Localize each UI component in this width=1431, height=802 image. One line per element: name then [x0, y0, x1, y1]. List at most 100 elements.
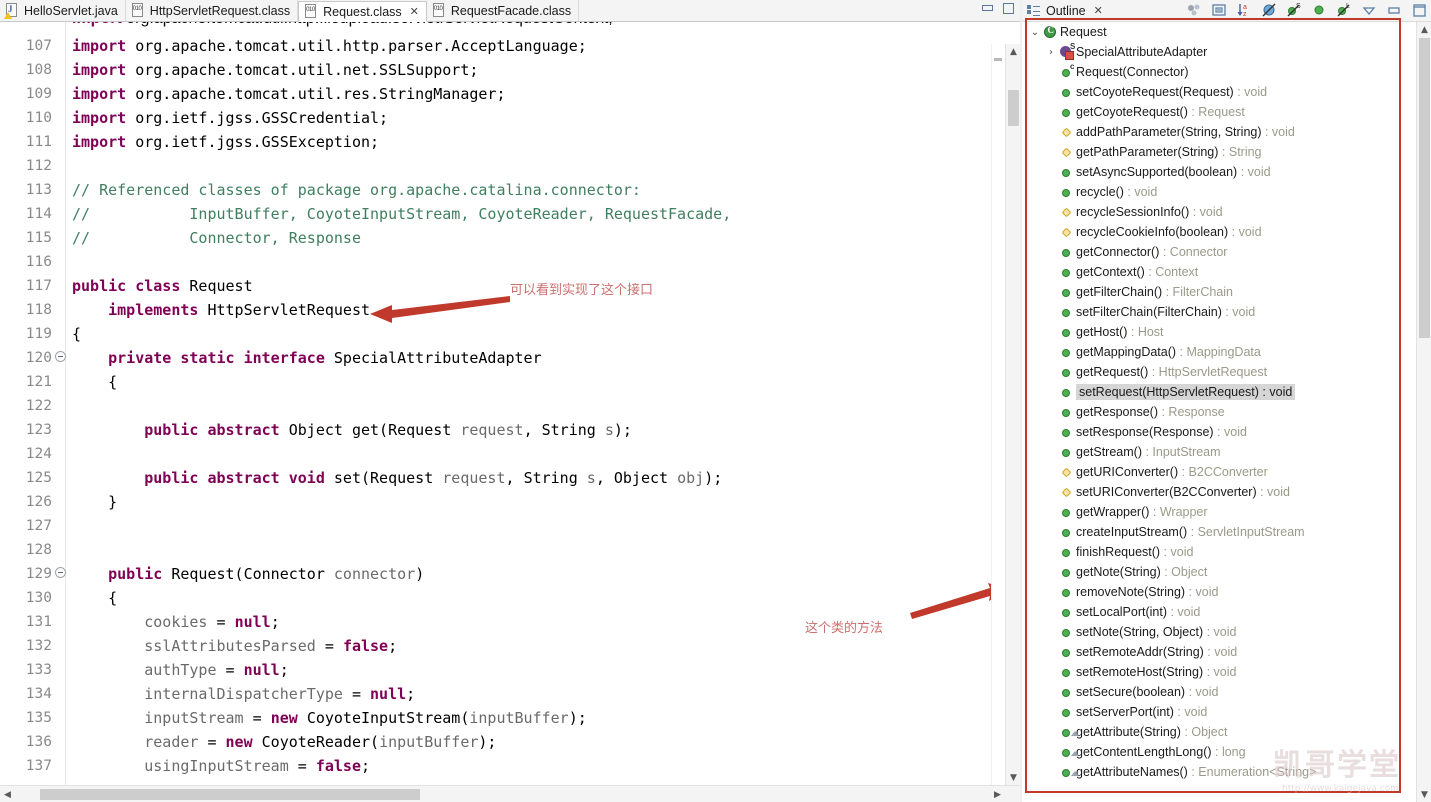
code-line[interactable]: 132 sslAttributesParsed = false;: [0, 634, 1020, 658]
outline-item[interactable]: getMappingData() : MappingData: [1022, 342, 1431, 362]
code-line[interactable]: 110 import org.ietf.jgss.GSSCredential;: [0, 106, 1020, 130]
code-line[interactable]: 111 import org.ietf.jgss.GSSException;: [0, 130, 1020, 154]
hide-non-public-icon[interactable]: [1311, 2, 1327, 18]
code-line[interactable]: 122: [0, 394, 1020, 418]
outline-item[interactable]: c Request(Connector): [1022, 62, 1431, 82]
outline-item[interactable]: setFilterChain(FilterChain) : void: [1022, 302, 1431, 322]
outline-item[interactable]: setSecure(boolean) : void: [1022, 682, 1431, 702]
code-line[interactable]: 121 {: [0, 370, 1020, 394]
scroll-left-arrow-icon[interactable]: ◀: [0, 787, 15, 802]
code-line[interactable]: 133 authType = null;: [0, 658, 1020, 682]
outline-item[interactable]: getURIConverter() : B2CConverter: [1022, 462, 1431, 482]
outline-item[interactable]: getStream() : InputStream: [1022, 442, 1431, 462]
code-line[interactable]: 125 public abstract void set(Request req…: [0, 466, 1020, 490]
outline-item[interactable]: getConnector() : Connector: [1022, 242, 1431, 262]
outline-item[interactable]: setRemoteHost(String) : void: [1022, 662, 1431, 682]
scroll-up-arrow-icon[interactable]: ▲: [1417, 22, 1431, 37]
code-line[interactable]: 127: [0, 514, 1020, 538]
scroll-right-arrow-icon[interactable]: ▶: [990, 787, 1005, 802]
outline-item[interactable]: createInputStream() : ServletInputStream: [1022, 522, 1431, 542]
outline-item[interactable]: setLocalPort(int) : void: [1022, 602, 1431, 622]
scroll-up-arrow-icon[interactable]: ▲: [1006, 44, 1020, 59]
vertical-scroll-thumb[interactable]: [1008, 90, 1019, 126]
tab-requestfacade-class[interactable]: 010 RequestFacade.class: [426, 0, 580, 21]
code-line[interactable]: 114 // InputBuffer, CoyoteInputStream, Co…: [0, 202, 1020, 226]
outline-item[interactable]: recycleCookieInfo(boolean) : void: [1022, 222, 1431, 242]
outline-item[interactable]: getNote(String) : Object: [1022, 562, 1431, 582]
editor-vertical-scrollbar[interactable]: ▲ ▼: [1005, 44, 1020, 785]
code-line[interactable]: 137 usingInputStream = false;: [0, 754, 1020, 778]
code-line[interactable]: 129 public Request(Connector connector): [0, 562, 1020, 586]
focus-on-active-task-icon[interactable]: [1186, 2, 1202, 18]
view-menu-icon[interactable]: [1361, 2, 1377, 18]
horizontal-scroll-thumb[interactable]: [40, 789, 420, 800]
outline-scroll-thumb[interactable]: [1419, 38, 1430, 338]
chevron-down-icon[interactable]: ⌄: [1028, 27, 1042, 38]
code-line[interactable]: 136 reader = new CoyoteReader(inputBuffe…: [0, 730, 1020, 754]
outline-item[interactable]: getFilterChain() : FilterChain: [1022, 282, 1431, 302]
fold-collapse-icon[interactable]: [55, 567, 66, 578]
code-line[interactable]: 126 }: [0, 490, 1020, 514]
outline-item[interactable]: getCoyoteRequest() : Request: [1022, 102, 1431, 122]
maximize-icon[interactable]: [1411, 2, 1427, 18]
code-line[interactable]: 130 {: [0, 586, 1020, 610]
code-line[interactable]: 120 private static interface SpecialAttr…: [0, 346, 1020, 370]
outline-item[interactable]: getHost() : Host: [1022, 322, 1431, 342]
code-line[interactable]: 123 public abstract Object get(Request r…: [0, 418, 1020, 442]
outline-item[interactable]: getResponse() : Response: [1022, 402, 1431, 422]
code-line[interactable]: 134 internalDispatcherType = null;: [0, 682, 1020, 706]
hide-local-types-icon[interactable]: L: [1336, 2, 1352, 18]
code-editor[interactable]: 106 import org.apache.tomcat.util.http.f…: [0, 22, 1020, 802]
code-line[interactable]: 135 inputStream = new CoyoteInputStream(…: [0, 706, 1020, 730]
outline-item[interactable]: setServerPort(int) : void: [1022, 702, 1431, 722]
sort-alphabetically-icon[interactable]: az: [1236, 2, 1252, 18]
outline-item[interactable]: setCoyoteRequest(Request) : void: [1022, 82, 1431, 102]
code-line[interactable]: 115 // Connector, Response: [0, 226, 1020, 250]
outline-item[interactable]: setResponse(Response) : void: [1022, 422, 1431, 442]
outline-item[interactable]: setAsyncSupported(boolean) : void: [1022, 162, 1431, 182]
outline-item[interactable]: getWrapper() : Wrapper: [1022, 502, 1431, 522]
editor-horizontal-scrollbar[interactable]: ◀ ▶: [0, 785, 1020, 802]
code-line[interactable]: 116: [0, 250, 1020, 274]
collapse-all-icon[interactable]: [1211, 2, 1227, 18]
tab-httpservletrequest-class[interactable]: 010 HttpServletRequest.class: [125, 0, 299, 21]
code-line[interactable]: 124: [0, 442, 1020, 466]
outline-item[interactable]: getRequest() : HttpServletRequest: [1022, 362, 1431, 382]
minimize-icon[interactable]: [1386, 2, 1402, 18]
outline-item[interactable]: ⌄ Request: [1022, 22, 1431, 42]
close-icon[interactable]: ✕: [410, 5, 419, 18]
hide-static-icon[interactable]: S: [1286, 2, 1302, 18]
hide-fields-icon[interactable]: [1261, 2, 1277, 18]
code-line[interactable]: 109 import org.apache.tomcat.util.res.Str…: [0, 82, 1020, 106]
code-line[interactable]: 112: [0, 154, 1020, 178]
outline-item[interactable]: getAttribute(String) : Object: [1022, 722, 1431, 742]
code-line[interactable]: 107 import org.apache.tomcat.util.http.pa…: [0, 34, 1020, 58]
outline-item[interactable]: recycleSessionInfo() : void: [1022, 202, 1431, 222]
fold-collapse-icon[interactable]: [55, 351, 66, 362]
outline-item[interactable]: › S SpecialAttributeAdapter: [1022, 42, 1431, 62]
outline-item[interactable]: removeNote(String) : void: [1022, 582, 1431, 602]
outline-item[interactable]: addPathParameter(String, String) : void: [1022, 122, 1431, 142]
code-line[interactable]: 113 // Referenced classes of package org.…: [0, 178, 1020, 202]
code-line[interactable]: 108 import org.apache.tomcat.util.net.SSL…: [0, 58, 1020, 82]
outline-tab[interactable]: Outline ✕: [1022, 4, 1103, 18]
outline-tree[interactable]: ⌄Request›SSpecialAttributeAdaptercReques…: [1022, 22, 1431, 802]
code-line[interactable]: 128: [0, 538, 1020, 562]
scroll-down-arrow-icon[interactable]: ▼: [1006, 770, 1020, 785]
close-icon[interactable]: ✕: [1094, 4, 1103, 17]
tab-request-class[interactable]: 010 Request.class ✕: [298, 1, 427, 22]
code-lines[interactable]: 107 import org.apache.tomcat.util.http.pa…: [0, 34, 1020, 802]
outline-item[interactable]: setRequest(HttpServletRequest) : void: [1022, 382, 1431, 402]
outline-item[interactable]: setNote(String, Object) : void: [1022, 622, 1431, 642]
chevron-right-icon[interactable]: ›: [1044, 47, 1058, 58]
outline-item[interactable]: getContext() : Context: [1022, 262, 1431, 282]
outline-item[interactable]: setRemoteAddr(String) : void: [1022, 642, 1431, 662]
minimize-icon[interactable]: [982, 2, 995, 15]
outline-item[interactable]: recycle() : void: [1022, 182, 1431, 202]
outline-item[interactable]: setURIConverter(B2CConverter) : void: [1022, 482, 1431, 502]
scroll-down-arrow-icon[interactable]: ▼: [1417, 787, 1431, 802]
outline-item[interactable]: getPathParameter(String) : String: [1022, 142, 1431, 162]
overview-ruler[interactable]: [991, 44, 1005, 785]
tab-helloservlet-java[interactable]: J HelloServlet.java: [0, 0, 126, 21]
outline-item[interactable]: finishRequest() : void: [1022, 542, 1431, 562]
